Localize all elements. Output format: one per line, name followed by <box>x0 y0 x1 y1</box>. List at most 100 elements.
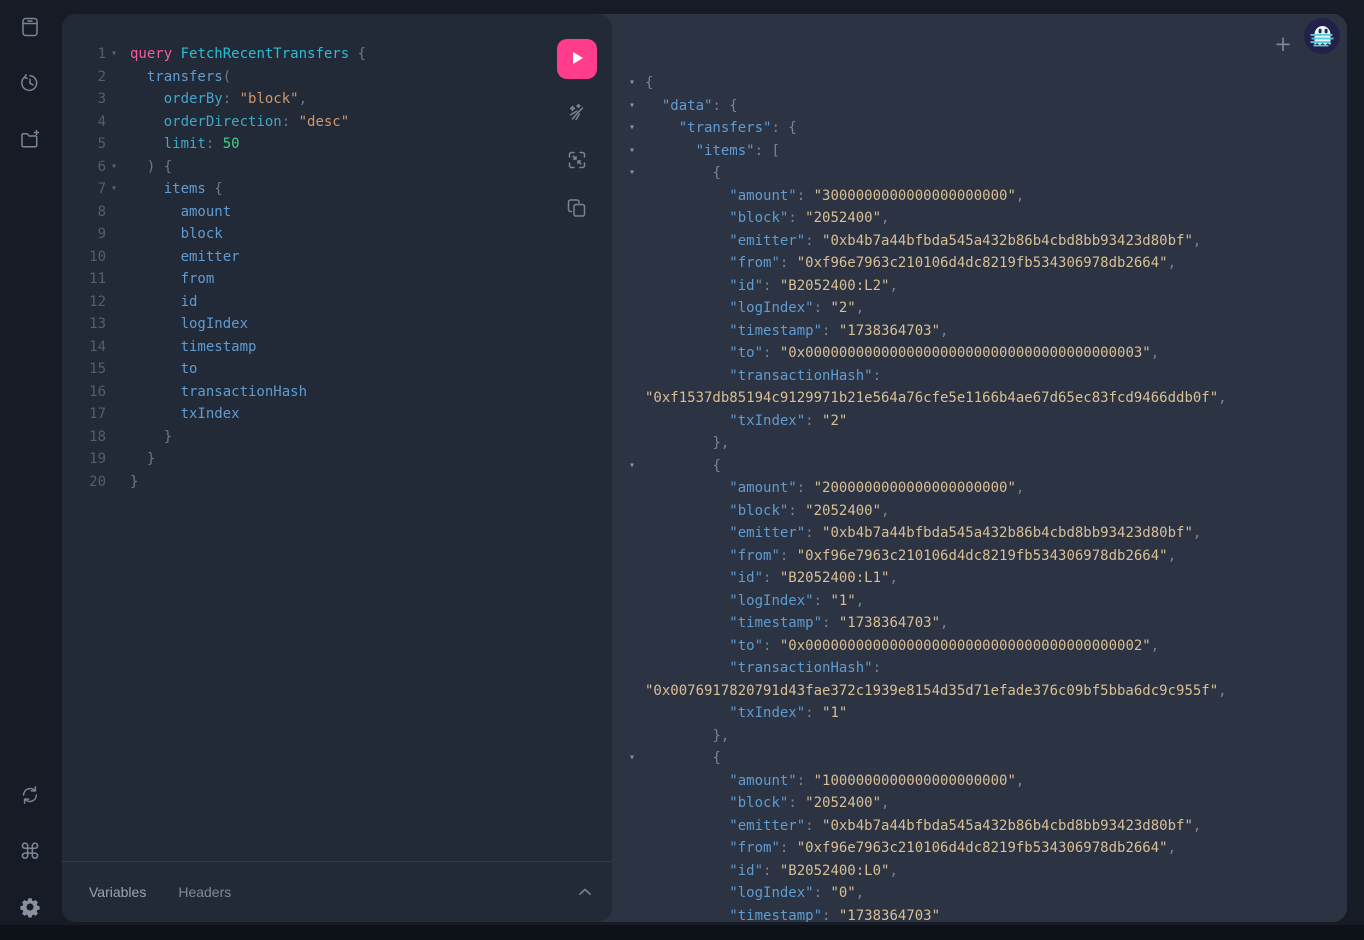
fold-gutter <box>628 770 645 793</box>
fold-gutter <box>628 860 645 883</box>
editor-tools-bar: Variables Headers <box>62 861 612 922</box>
response-json: ▾{▾ "data": {▾ "transfers": {▾ "items": … <box>628 72 1341 922</box>
response-text: "from": "0xf96e7963c210106d4dc8219fb5343… <box>645 545 1341 568</box>
fold-gutter <box>628 522 645 545</box>
fold-gutter <box>106 66 130 89</box>
line-number: 15 <box>62 358 106 381</box>
response-line: "block": "2052400", <box>628 500 1341 523</box>
fold-gutter <box>628 567 645 590</box>
response-line: "timestamp": "1738364703", <box>628 320 1341 343</box>
avatar[interactable] <box>1304 18 1340 54</box>
fold-arrow-icon[interactable]: ▾ <box>628 117 645 140</box>
fold-gutter <box>106 268 130 291</box>
response-text: "logIndex": "2", <box>645 297 1341 320</box>
code-text: logIndex <box>130 313 248 336</box>
fold-gutter <box>106 403 130 426</box>
merge-fragments-button[interactable] <box>563 147 591 175</box>
editor-line: 9 block <box>62 223 612 246</box>
editor-line: 18 } <box>62 426 612 449</box>
editor-line: 10 emitter <box>62 246 612 269</box>
response-text: "items": [ <box>645 140 1341 163</box>
keyboard-shortcuts-icon: ⌘ <box>19 842 41 864</box>
code-text: } <box>130 426 172 449</box>
execute-query-button[interactable] <box>557 39 597 79</box>
play-icon <box>569 50 585 69</box>
fold-arrow-icon[interactable]: ▾ <box>628 95 645 118</box>
response-text: "logIndex": "0", <box>645 882 1341 905</box>
fold-arrow-icon[interactable]: ▾ <box>628 747 645 770</box>
response-line: "id": "B2052400:L0", <box>628 860 1341 883</box>
response-text: { <box>645 747 1341 770</box>
response-text: "amount": "1000000000000000000000", <box>645 770 1341 793</box>
code-text: } <box>130 471 138 494</box>
fold-gutter <box>628 882 645 905</box>
response-line: "amount": "2000000000000000000000", <box>628 477 1341 500</box>
response-line: "to": "0x0000000000000000000000000000000… <box>628 635 1341 658</box>
saved-collections-button[interactable] <box>12 123 48 159</box>
response-line: }, <box>628 725 1341 748</box>
collapse-tools-button[interactable] <box>578 884 592 900</box>
tab-variables[interactable]: Variables <box>89 884 146 900</box>
query-editor[interactable]: 1▾query FetchRecentTransfers {2 transfer… <box>62 14 612 861</box>
fold-gutter <box>106 111 130 134</box>
response-line: "id": "B2052400:L2", <box>628 275 1341 298</box>
add-tab-button[interactable]: + <box>1271 32 1295 56</box>
response-line: "transactionHash": "0x0076917820791d43fa… <box>628 657 1341 702</box>
response-line: ▾ "items": [ <box>628 140 1341 163</box>
response-line: ▾ "data": { <box>628 95 1341 118</box>
response-line: "from": "0xf96e7963c210106d4dc8219fb5343… <box>628 252 1341 275</box>
query-editor-lines: 1▾query FetchRecentTransfers {2 transfer… <box>62 43 612 493</box>
fold-gutter <box>628 207 645 230</box>
keyboard-shortcuts-button[interactable]: ⌘ <box>12 835 48 871</box>
line-number: 14 <box>62 336 106 359</box>
copy-query-button[interactable] <box>563 195 591 223</box>
fold-arrow-icon[interactable]: ▾ <box>106 178 130 201</box>
response-text: "emitter": "0xb4b7a44bfbda545a432b86b4cb… <box>645 230 1341 253</box>
code-text: txIndex <box>130 403 240 426</box>
editor-line: 15 to <box>62 358 612 381</box>
fold-arrow-icon[interactable]: ▾ <box>628 140 645 163</box>
code-text: orderBy: "block", <box>130 88 307 111</box>
response-text: "id": "B2052400:L2", <box>645 275 1341 298</box>
editor-line: 20} <box>62 471 612 494</box>
fold-gutter <box>628 297 645 320</box>
fold-gutter <box>106 88 130 111</box>
fold-gutter <box>106 223 130 246</box>
settings-button[interactable] <box>12 891 48 927</box>
fold-arrow-icon[interactable]: ▾ <box>628 72 645 95</box>
response-text: "txIndex": "2" <box>645 410 1341 433</box>
fold-arrow-icon[interactable]: ▾ <box>106 43 130 66</box>
code-text: amount <box>130 201 231 224</box>
fold-arrow-icon[interactable]: ▾ <box>628 162 645 185</box>
response-line: "block": "2052400", <box>628 207 1341 230</box>
response-line: "emitter": "0xb4b7a44bfbda545a432b86b4cb… <box>628 522 1341 545</box>
code-text: emitter <box>130 246 240 269</box>
editor-line: 11 from <box>62 268 612 291</box>
history-button[interactable] <box>12 67 48 103</box>
docs-button[interactable] <box>12 11 48 47</box>
response-line: "logIndex": "2", <box>628 297 1341 320</box>
line-number: 3 <box>62 88 106 111</box>
fold-gutter <box>628 815 645 838</box>
fold-arrow-icon[interactable]: ▾ <box>628 455 645 478</box>
prettify-icon <box>566 102 588 127</box>
response-text: "timestamp": "1738364703", <box>645 612 1341 635</box>
history-icon <box>19 72 41 99</box>
refetch-schema-button[interactable] <box>12 779 48 815</box>
prettify-query-button[interactable] <box>563 100 591 128</box>
tab-headers[interactable]: Headers <box>178 884 231 900</box>
fold-gutter <box>628 590 645 613</box>
response-line: ▾{ <box>628 72 1341 95</box>
fold-arrow-icon[interactable]: ▾ <box>106 156 130 179</box>
refetch-schema-icon <box>19 784 41 811</box>
fold-gutter <box>106 358 130 381</box>
response-text: { <box>645 455 1341 478</box>
code-text: from <box>130 268 214 291</box>
copy-query-icon <box>566 197 588 222</box>
fold-gutter <box>628 635 645 658</box>
docs-icon <box>19 16 41 43</box>
response-line: "txIndex": "1" <box>628 702 1341 725</box>
response-text: { <box>645 162 1341 185</box>
response-line: "emitter": "0xb4b7a44bfbda545a432b86b4cb… <box>628 230 1341 253</box>
code-text: } <box>130 448 155 471</box>
